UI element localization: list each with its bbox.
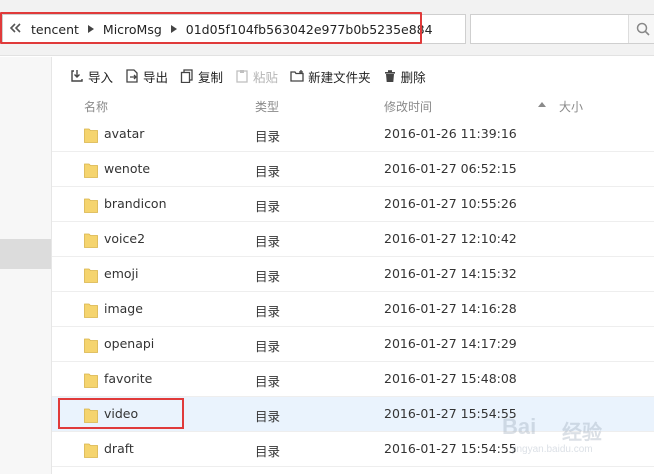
copy-button[interactable]: 复制 [180, 64, 223, 88]
folder-icon [84, 338, 98, 353]
file-type: 目录 [255, 339, 281, 354]
copy-icon [180, 69, 194, 83]
import-label: 导入 [88, 69, 114, 85]
trash-icon [383, 69, 397, 83]
folder-icon [84, 408, 98, 423]
file-name: favorite [104, 371, 153, 386]
navigation-pane [0, 57, 52, 474]
column-header-name[interactable]: 名称 [84, 98, 108, 115]
search-icon[interactable] [628, 15, 654, 43]
file-modified-time: 2016-01-27 06:52:15 [384, 161, 517, 176]
file-type: 目录 [255, 199, 281, 214]
file-name: draft [104, 441, 134, 456]
column-header-row: 名称 类型 修改时间 大小 [52, 95, 654, 117]
file-modified-time: 2016-01-27 14:17:29 [384, 336, 517, 351]
file-type: 目录 [255, 129, 281, 144]
file-modified-time: 2016-01-27 15:48:08 [384, 371, 517, 386]
file-modified-time: 2016-01-27 12:10:42 [384, 231, 517, 246]
new-folder-icon [290, 69, 304, 83]
file-row[interactable]: wenote 目录 2016-01-27 06:52:15 [52, 152, 654, 187]
paste-icon [235, 69, 249, 83]
paste-button[interactable]: 粘贴 [235, 64, 278, 88]
file-modified-time: 2016-01-27 15:54:55 [384, 406, 517, 421]
breadcrumb-tencent[interactable]: tencent [25, 22, 85, 37]
file-row[interactable]: draft 目录 2016-01-27 15:54:55 [52, 432, 654, 467]
search-input[interactable] [470, 14, 654, 44]
folder-icon [84, 128, 98, 143]
file-name: video [104, 406, 139, 421]
file-name: image [104, 301, 143, 316]
new-folder-button[interactable]: 新建文件夹 [290, 64, 371, 88]
file-modified-time: 2016-01-27 15:54:55 [384, 441, 517, 456]
file-list: avatar 目录 2016-01-26 11:39:16 wenote 目录 2016-… [52, 117, 654, 467]
breadcrumb-account-folder[interactable]: 01d05f104fb563042e977b0b5235e884 [180, 22, 439, 37]
file-type: 目录 [255, 269, 281, 284]
file-type: 目录 [255, 304, 281, 319]
file-type: 目录 [255, 164, 281, 179]
breadcrumb-micromsg[interactable]: MicroMsg [97, 22, 168, 37]
file-modified-time: 2016-01-27 14:15:32 [384, 266, 517, 281]
export-button[interactable]: 导出 [125, 64, 168, 88]
file-name: avatar [104, 126, 145, 141]
delete-button[interactable]: 删除 [383, 64, 426, 88]
file-name: openapi [104, 336, 155, 351]
file-name: voice2 [104, 231, 146, 246]
file-modified-time: 2016-01-26 11:39:16 [384, 126, 517, 141]
file-row[interactable]: openapi 目录 2016-01-27 14:17:29 [52, 327, 654, 362]
folder-icon [84, 443, 98, 458]
file-type: 目录 [255, 234, 281, 249]
column-header-type[interactable]: 类型 [255, 98, 279, 115]
folder-icon [84, 268, 98, 283]
export-icon [125, 69, 139, 83]
file-row[interactable]: voice2 目录 2016-01-27 12:10:42 [52, 222, 654, 257]
file-name: emoji [104, 266, 139, 281]
navigation-selected-item[interactable] [0, 239, 51, 269]
paste-label: 粘贴 [253, 69, 279, 85]
address-toolbar: tencent MicroMsg 01d05f104fb563042e977b0… [0, 0, 654, 56]
delete-label: 删除 [400, 69, 426, 85]
double-chevron-left-icon[interactable] [7, 22, 25, 37]
address-bar[interactable]: tencent MicroMsg 01d05f104fb563042e977b0… [2, 14, 466, 44]
import-button[interactable]: 导入 [70, 64, 113, 88]
file-toolbar: 导入 导出 复制 粘贴 新建文件夹 删除 [52, 57, 654, 95]
file-type: 目录 [255, 444, 281, 459]
file-type: 目录 [255, 374, 281, 389]
file-row[interactable]: brandicon 目录 2016-01-27 10:55:26 [52, 187, 654, 222]
import-icon [70, 69, 84, 83]
file-row[interactable]: image 目录 2016-01-27 14:16:28 [52, 292, 654, 327]
folder-icon [84, 163, 98, 178]
column-header-size[interactable]: 大小 [559, 98, 583, 115]
file-row[interactable]: video 目录 2016-01-27 15:54:55 [52, 397, 654, 432]
sort-ascending-icon[interactable] [538, 102, 546, 107]
file-type: 目录 [255, 409, 281, 424]
breadcrumb-separator-icon[interactable] [168, 19, 180, 39]
breadcrumb-separator-icon[interactable] [85, 19, 97, 39]
folder-icon [84, 198, 98, 213]
file-name: brandicon [104, 196, 167, 211]
file-row[interactable]: avatar 目录 2016-01-26 11:39:16 [52, 117, 654, 152]
file-row[interactable]: emoji 目录 2016-01-27 14:15:32 [52, 257, 654, 292]
file-modified-time: 2016-01-27 14:16:28 [384, 301, 517, 316]
file-row[interactable]: favorite 目录 2016-01-27 15:48:08 [52, 362, 654, 397]
file-modified-time: 2016-01-27 10:55:26 [384, 196, 517, 211]
new-folder-label: 新建文件夹 [308, 69, 371, 85]
export-label: 导出 [143, 69, 169, 85]
folder-icon [84, 303, 98, 318]
copy-label: 复制 [198, 69, 224, 85]
folder-icon [84, 233, 98, 248]
file-name: wenote [104, 161, 151, 176]
column-header-modified[interactable]: 修改时间 [384, 98, 432, 115]
folder-icon [84, 373, 98, 388]
